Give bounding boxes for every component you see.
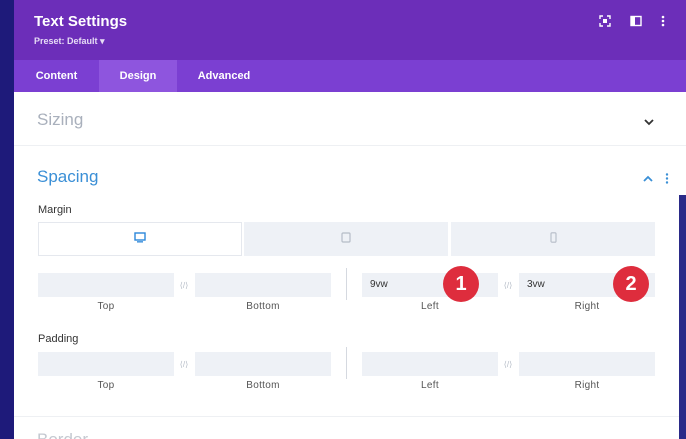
margin-top-input[interactable] [38,273,174,297]
annotation-badge-2: 2 [613,266,649,302]
margin-top-label: Top [97,301,115,312]
device-tab-tablet[interactable] [244,222,448,256]
margin-bottom-input[interactable] [195,273,331,297]
desktop-icon [134,230,146,248]
link-icon[interactable]: ⟨/⟩ [176,280,192,290]
modal-header: Text Settings Preset: Default ▾ [14,0,686,60]
fullscreen-icon[interactable] [598,14,612,28]
link-icon[interactable]: ⟨/⟩ [500,359,516,369]
padding-left-input[interactable] [362,352,498,376]
chevron-down-icon[interactable] [643,114,655,132]
device-tab-desktop[interactable] [38,222,242,256]
margin-bottom-label: Bottom [246,301,280,312]
padding-bottom-label: Bottom [246,380,280,391]
section-spacing-title[interactable]: Spacing [37,167,98,187]
padding-top-label: Top [97,380,115,391]
link-icon[interactable]: ⟨/⟩ [176,359,192,369]
field-separator [346,268,347,300]
chevron-up-icon[interactable] [642,171,654,189]
preset-dropdown[interactable]: Preset: Default ▾ [34,36,105,47]
section-divider [14,416,686,417]
margin-left-label: Left [421,301,439,312]
padding-top-input[interactable] [38,352,174,376]
section-options-icon[interactable] [665,171,669,189]
tablet-icon [341,230,351,248]
annotation-badge-1: 1 [443,266,479,302]
section-sizing-title[interactable]: Sizing [37,110,83,130]
padding-left-label: Left [421,380,439,391]
field-separator [346,347,347,379]
margin-right-label: Right [574,301,600,312]
margin-label: Margin [38,204,72,216]
device-tab-phone[interactable] [451,222,655,256]
tab-advanced[interactable]: Advanced [177,60,271,92]
settings-panel: Text Settings Preset: Default ▾ Content … [14,0,686,439]
section-divider [14,145,686,146]
padding-right-label: Right [574,380,600,391]
link-icon[interactable]: ⟨/⟩ [500,280,516,290]
padding-label: Padding [38,333,79,345]
split-view-icon[interactable] [629,14,643,28]
tab-content[interactable]: Content [14,60,99,92]
tab-bar: Content Design Advanced [14,60,686,92]
more-options-icon[interactable] [656,14,670,28]
tab-design[interactable]: Design [99,60,177,92]
padding-right-input[interactable] [519,352,655,376]
phone-icon [549,230,557,248]
scrollbar[interactable] [679,195,686,439]
padding-bottom-input[interactable] [195,352,331,376]
section-border-title[interactable]: Border [37,430,88,439]
panel-title: Text Settings [34,13,128,30]
